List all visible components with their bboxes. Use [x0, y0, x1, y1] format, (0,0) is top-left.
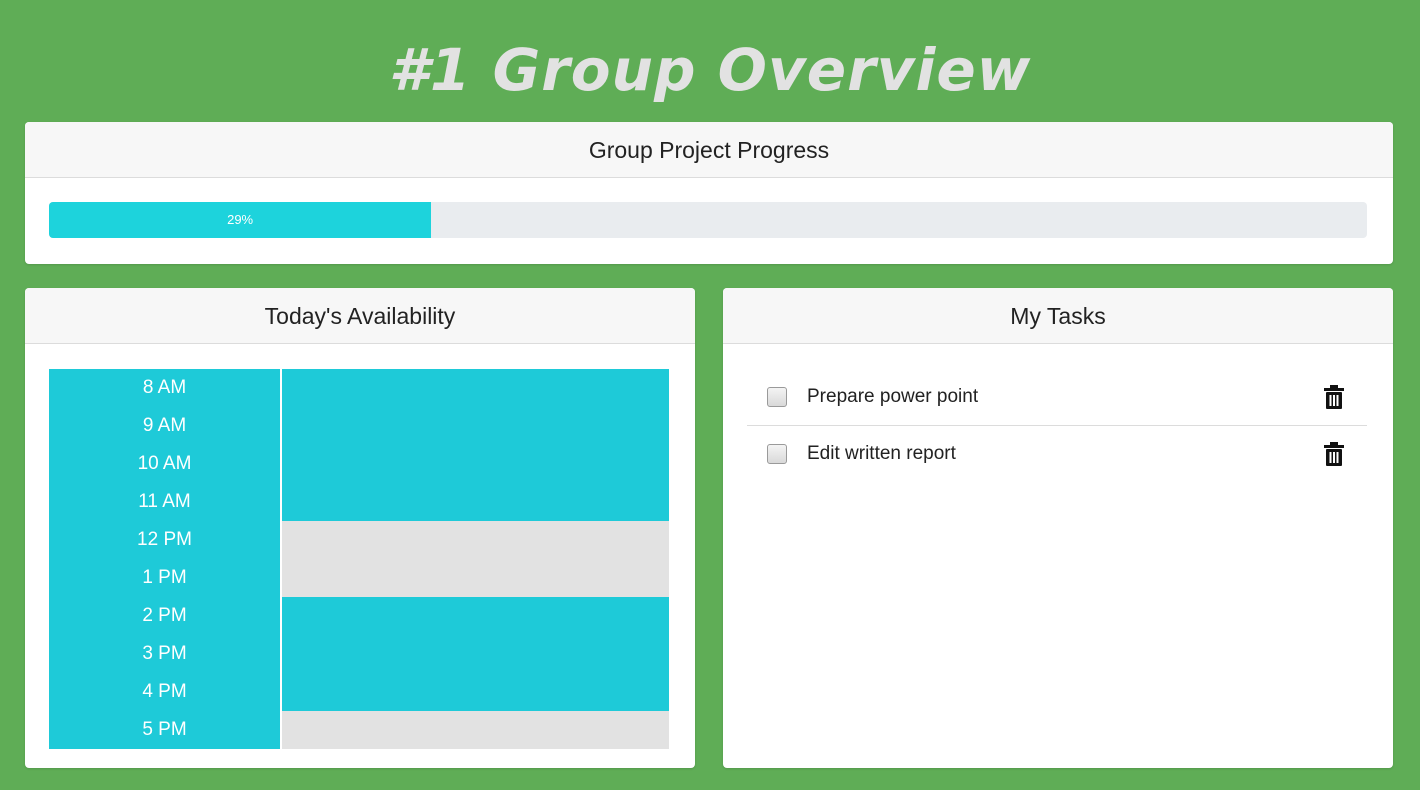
- tasks-card: My Tasks Prepare power point Edit written…: [723, 288, 1393, 768]
- progress-bar: 29%: [49, 202, 1367, 238]
- trash-icon[interactable]: [1324, 442, 1344, 466]
- availability-blocks: [282, 369, 669, 749]
- busy-block: [282, 521, 669, 597]
- progress-bar-fill: 29%: [49, 202, 432, 238]
- task-checkbox[interactable]: [767, 387, 787, 407]
- task-label: Prepare power point: [807, 386, 979, 407]
- progress-card-title: Group Project Progress: [25, 122, 1393, 178]
- trash-icon[interactable]: [1324, 385, 1344, 409]
- progress-card: Group Project Progress 29%: [25, 122, 1393, 264]
- task-label: Edit written report: [807, 443, 956, 464]
- availability-card-title: Today's Availability: [25, 288, 695, 344]
- task-checkbox[interactable]: [767, 444, 787, 464]
- task-item: Edit written report: [747, 426, 1367, 483]
- time-slot-label: 11 AM: [138, 491, 191, 512]
- time-slot-label: 4 PM: [142, 681, 187, 702]
- page-title: #1 Group Overview: [388, 36, 1032, 104]
- time-slot-label: 12 PM: [137, 529, 192, 550]
- time-slot-label: 10 AM: [137, 453, 192, 474]
- task-list: Prepare power point Edit written report: [747, 369, 1367, 483]
- availability-card: Today's Availability 8 AM 9 AM 10 AM 11 AM 1…: [25, 288, 695, 768]
- availability-schedule: 8 AM 9 AM 10 AM 11 AM 12 PM 1 PM 2 PM 3 PM 4 PM 5…: [49, 369, 669, 749]
- tasks-card-title: My Tasks: [723, 288, 1393, 344]
- time-column: 8 AM 9 AM 10 AM 11 AM 12 PM 1 PM 2 PM 3 PM 4 PM 5…: [49, 369, 280, 749]
- time-slot-label: 9 AM: [142, 415, 187, 436]
- available-block: [282, 369, 669, 521]
- time-slot-label: 3 PM: [142, 643, 187, 664]
- time-slot-label: 5 PM: [142, 719, 187, 740]
- available-block: [282, 597, 669, 711]
- time-slot-label: 8 AM: [142, 377, 187, 398]
- task-item: Prepare power point: [747, 369, 1367, 426]
- time-slot-label: 1 PM: [142, 567, 187, 588]
- time-slot-label: 2 PM: [142, 605, 187, 626]
- busy-block: [282, 711, 669, 749]
